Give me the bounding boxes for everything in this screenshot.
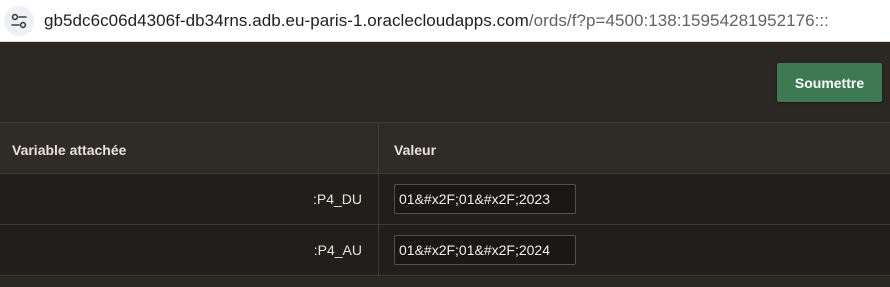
table-row: :P4_DU [0, 174, 890, 225]
site-info-icon[interactable] [4, 5, 34, 36]
tune-icon [11, 13, 27, 28]
table-footer [0, 277, 890, 287]
header-variable: Variable attachée [12, 142, 127, 158]
header-value: Valeur [394, 142, 437, 158]
variable-name: :P4_DU [312, 191, 362, 207]
region-toolbar: Soumettre [0, 42, 890, 122]
table-row: :P4_AU [0, 225, 890, 276]
variable-name: :P4_AU [313, 242, 362, 258]
url-path: /ords/f?p=4500:138:15954281952176::: [528, 10, 829, 30]
table-header-row: Variable attachée Valeur [0, 122, 890, 174]
submit-button[interactable]: Soumettre [777, 63, 882, 102]
value-input[interactable] [394, 235, 576, 265]
url-host: gb5dc6c06d4306f-db34rns.adb.eu-paris-1.o… [44, 10, 529, 30]
url-text[interactable]: gb5dc6c06d4306f-db34rns.adb.eu-paris-1.o… [44, 11, 829, 31]
browser-address-bar[interactable]: gb5dc6c06d4306f-db34rns.adb.eu-paris-1.o… [0, 0, 890, 42]
column-divider [378, 122, 379, 287]
bind-variables-table: Variable attachée Valeur :P4_DU :P4_AU [0, 122, 890, 287]
value-input[interactable] [394, 184, 576, 214]
